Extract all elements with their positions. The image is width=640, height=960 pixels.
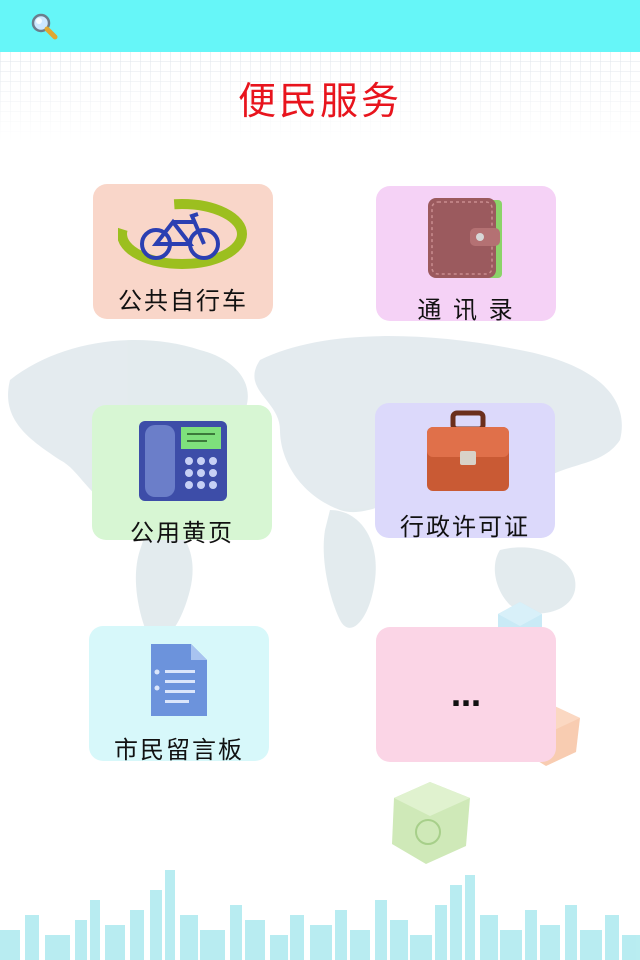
tile-label: 公共自行车 xyxy=(118,287,248,315)
search-icon[interactable] xyxy=(30,12,58,40)
tile-contacts[interactable]: 通 讯 录 xyxy=(376,186,556,324)
tile-label: 行政许可证 xyxy=(400,513,530,541)
tile-label: 公用黄页 xyxy=(130,519,234,547)
decorative-cube-green xyxy=(392,782,470,864)
document-icon xyxy=(151,644,207,716)
page-title: 便民服务 xyxy=(237,79,402,123)
city-skyline-background xyxy=(0,870,640,960)
briefcase-icon xyxy=(427,410,509,491)
tile-label: 通 讯 录 xyxy=(417,296,515,324)
wallet-icon xyxy=(428,198,502,278)
tile-more[interactable]: … xyxy=(376,627,556,762)
top-bar xyxy=(0,0,640,52)
more-label: … xyxy=(451,679,481,714)
telephone-icon xyxy=(139,421,227,501)
tile-citizen-message-board[interactable]: 市民留言板 xyxy=(89,626,269,764)
bicycle-icon xyxy=(118,199,247,269)
tile-label: 市民留言板 xyxy=(114,736,244,764)
tile-administrative-permit[interactable]: 行政许可证 xyxy=(375,403,555,541)
tile-yellow-pages[interactable]: 公用黄页 xyxy=(92,405,272,547)
tile-public-bicycle[interactable]: 公共自行车 xyxy=(93,184,273,319)
